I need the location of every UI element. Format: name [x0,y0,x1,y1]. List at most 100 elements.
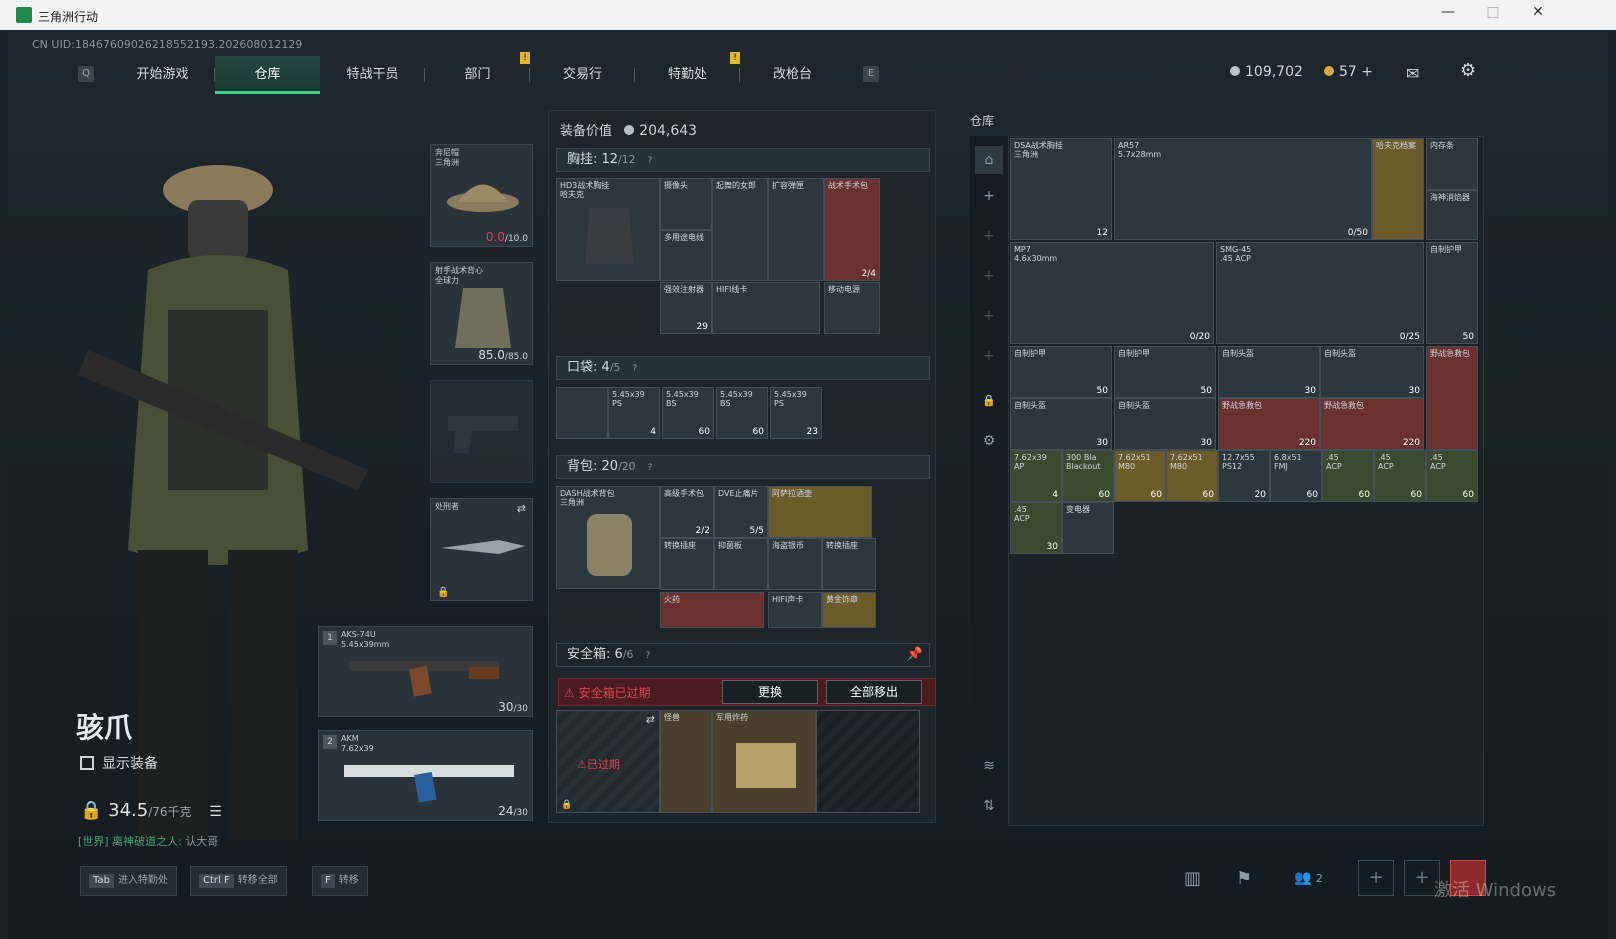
inventory-item[interactable]: 多用途电线 [660,230,712,281]
inventory-item[interactable]: 哈夫克档案 [1372,138,1424,240]
inventory-item[interactable]: 火药 [660,592,764,628]
inventory-item[interactable]: 自制护甲 50 [1426,242,1478,344]
inventory-item[interactable]: 战术手术包 2/4 [824,178,880,281]
inventory-item[interactable]: 7.62x51 M80 60 [1114,450,1166,502]
add-tab-icon[interactable]: + [979,346,999,366]
inventory-item[interactable]: 黄金饰章 [822,592,876,628]
nav-left-key[interactable]: Q [78,66,94,82]
help-icon[interactable]: ? [648,156,653,166]
chat-line[interactable]: [世界] 离神破道之人: 认大哥 [78,833,218,849]
plus-icon[interactable]: + [1361,64,1373,80]
add-tab-icon[interactable]: + [979,306,999,326]
tab-trading[interactable]: 交易行 [530,56,635,94]
inventory-item[interactable]: DSA战术胸挂 三角洲 12 [1010,138,1112,240]
inventory-item[interactable]: MP7 4.6x30mm 0/20 [1010,242,1214,344]
safebox-empty-slot[interactable] [816,710,920,813]
flag-icon[interactable]: ⚑ [1236,868,1252,889]
remove-all-button[interactable]: 全部移出 [826,680,922,704]
backpack-item[interactable]: DASH战术背包 三角洲 [556,486,660,589]
inventory-item[interactable]: 海神消焰器 [1426,190,1478,240]
armor-slot[interactable]: 射手战术背心 全球力 85.0/85.0 [430,262,533,365]
inventory-item[interactable]: 强效注射器 29 [660,282,712,334]
inventory-item[interactable]: 自制头盔 30 [1010,398,1112,450]
inventory-item[interactable]: 7.62x51 M80 60 [1166,450,1218,502]
inventory-item[interactable]: 野战急救包 [1426,346,1478,450]
pin-icon[interactable]: 📌 [907,644,923,666]
inventory-item[interactable]: 5.45x39 PS 4 [608,387,660,439]
lock-icon[interactable]: 🔒 [979,391,999,411]
inventory-item[interactable]: 抑菌板 [714,538,768,590]
inventory-item[interactable]: 摄像头 [660,178,712,230]
close-button[interactable]: ✕ [1520,4,1556,26]
inventory-item[interactable]: 自制护甲 50 [1114,346,1216,398]
tab-operators[interactable]: 特战干员 [320,56,425,94]
inventory-item[interactable]: 扩容弹匣 [768,178,824,281]
inventory-item[interactable]: 移动电源 [824,282,880,334]
inventory-item[interactable]: 野战急救包 220 [1218,398,1320,450]
hint-transfer-all[interactable]: Ctrl F 转移全部 [190,866,287,896]
stats-icon[interactable]: ▥ [1184,868,1201,889]
checkbox[interactable] [80,756,94,770]
sort-icon[interactable]: ⇅ [979,796,999,816]
chest-rig-item[interactable]: HD3战术胸挂 哈夫克 [556,178,660,281]
primary-weapon-slot[interactable]: 1 AKS-74U 5.45x39mm 30/30 [318,626,533,717]
inventory-item[interactable]: 自制头盔 30 [1320,346,1424,398]
inventory-item[interactable]: SMG-45 .45 ACP 0/25 [1216,242,1424,344]
invite-slot-button[interactable]: + [1358,860,1394,896]
inventory-item[interactable]: DVE止痛片 5/5 [714,486,768,538]
gear-icon[interactable]: ⚙ [1460,60,1476,81]
inventory-item[interactable]: 12.7x55 PS12 20 [1218,450,1270,502]
inventory-item[interactable]: 5.45x39 PS 23 [770,387,822,439]
show-equipment-toggle[interactable]: 显示装备 [80,753,158,773]
inventory-item[interactable]: HIFI线卡 [712,282,820,334]
inventory-item[interactable]: 起舞的女郎 [712,178,768,281]
inventory-item[interactable]: 自制头盔 30 [1218,346,1320,398]
inventory-item[interactable]: 6.8x51 FMJ 60 [1270,450,1322,502]
squad-button[interactable]: 👥 2 [1294,870,1323,886]
inventory-item[interactable]: 野战急救包 220 [1320,398,1424,450]
maximize-button[interactable]: □ [1475,4,1511,26]
safebox-slot[interactable]: ⚠已过期 ⇄ 🔒 [556,710,660,813]
safebox-item[interactable]: 怪兽 [660,710,712,813]
inventory-item[interactable]: 内存条 [1426,138,1478,190]
add-tab-icon[interactable]: + [979,186,999,206]
inventory-item[interactable]: 海盗银币 [768,538,822,590]
list-icon[interactable]: ☰ [209,804,222,820]
inventory-item[interactable]: .45 ACP 30 [1010,502,1062,554]
swap-icon[interactable]: ⇄ [517,502,526,515]
tab-warehouse[interactable]: 仓库 [215,56,320,94]
help-icon[interactable]: ? [646,651,651,661]
warehouse-icon[interactable]: ⌂ [975,146,1003,174]
layers-icon[interactable]: ≋ [979,756,999,776]
inventory-item[interactable]: 5.45x39 BS 60 [662,387,714,439]
inventory-item[interactable]: 300 Bla Blackout 60 [1062,450,1114,502]
secondary-weapon-slot[interactable]: 2 AKM 7.62x39 24/30 [318,730,533,821]
gold-balance[interactable]: 57 + [1324,64,1373,80]
safebox-item[interactable]: 军用炸药 [712,710,816,813]
hint-transfer[interactable]: F 转移 [312,866,368,896]
pocket-empty-slot[interactable] [556,387,608,439]
helmet-slot[interactable]: 奔尼帽 三角洲 0.0/10.0 [430,144,533,247]
inventory-item[interactable]: .45 ACP 60 [1374,450,1426,502]
replace-button[interactable]: 更换 [722,680,818,704]
inventory-item[interactable]: .45 ACP 60 [1426,450,1478,502]
inventory-item[interactable]: 转换插座 [822,538,876,590]
hint-special-ops[interactable]: Tab 进入特勤处 [80,866,177,896]
tab-start-game[interactable]: 开始游戏 [110,56,215,94]
nav-right-key[interactable]: E [863,66,879,82]
add-tab-icon[interactable]: + [979,226,999,246]
inventory-item[interactable]: 阿萨拉酒壶 [768,486,872,538]
inventory-item[interactable]: 高级手术包 2/2 [660,486,714,538]
inventory-item[interactable]: 自制护甲 50 [1010,346,1112,398]
tab-special-ops[interactable]: 特勤处! [635,52,740,94]
help-icon[interactable]: ? [648,463,653,473]
inventory-item[interactable]: 7.62x39 AP 4 [1010,450,1062,502]
minimize-button[interactable]: — [1430,4,1466,26]
mail-icon[interactable]: ✉ [1406,64,1419,83]
pistol-slot[interactable] [430,380,533,483]
inventory-item[interactable]: 转换插座 [660,538,714,590]
inventory-item[interactable]: HIFI声卡 [768,592,822,628]
inventory-item[interactable]: AR57 5.7x28mm 0/50 [1114,138,1372,240]
inventory-item[interactable]: 变电器 [1062,502,1114,554]
help-icon[interactable]: ? [633,364,638,374]
